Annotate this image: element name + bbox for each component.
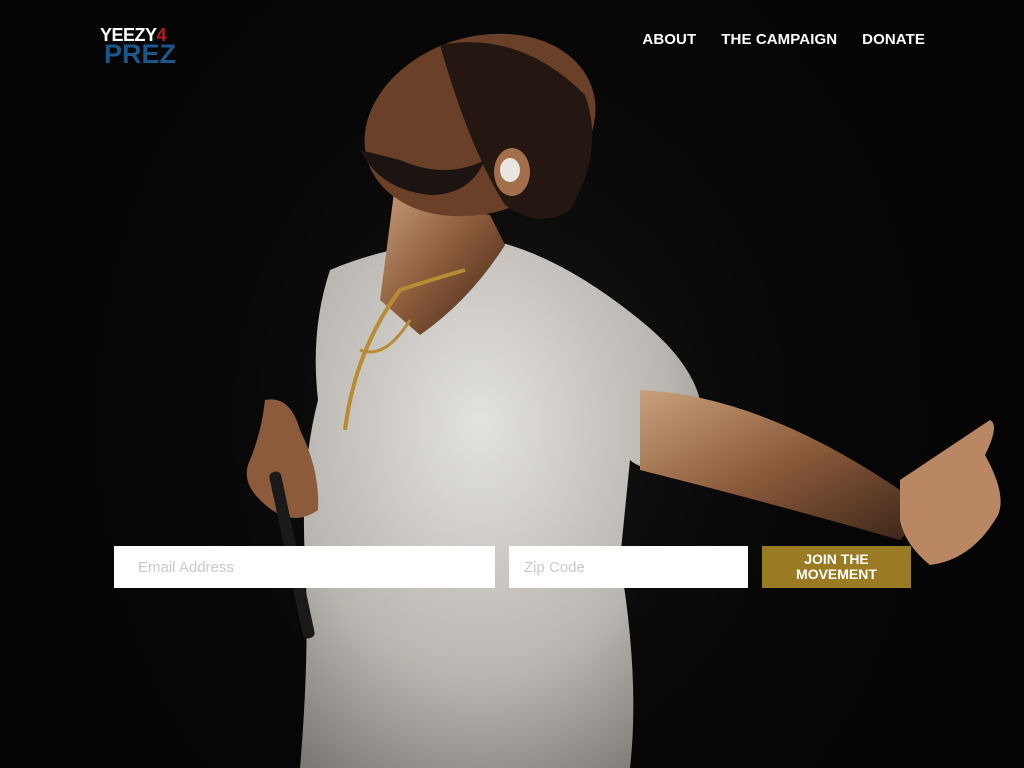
- hero-performer-image: [246, 33, 1001, 768]
- nav-item-donate[interactable]: DONATE: [862, 31, 925, 48]
- email-field[interactable]: [114, 546, 495, 588]
- join-the-movement-button[interactable]: JOIN THE MOVEMENT: [762, 546, 911, 588]
- logo-line2: PREZ: [104, 39, 177, 69]
- site-logo[interactable]: YEEZY4 PREZ: [100, 25, 190, 69]
- main-nav: ABOUT THE CAMPAIGN DONATE: [642, 31, 925, 48]
- nav-item-about[interactable]: ABOUT: [642, 31, 696, 48]
- hero-background: [0, 0, 1024, 768]
- signup-form: JOIN THE MOVEMENT: [114, 546, 914, 588]
- nav-item-the-campaign[interactable]: THE CAMPAIGN: [721, 31, 837, 48]
- zip-code-field[interactable]: [509, 546, 748, 588]
